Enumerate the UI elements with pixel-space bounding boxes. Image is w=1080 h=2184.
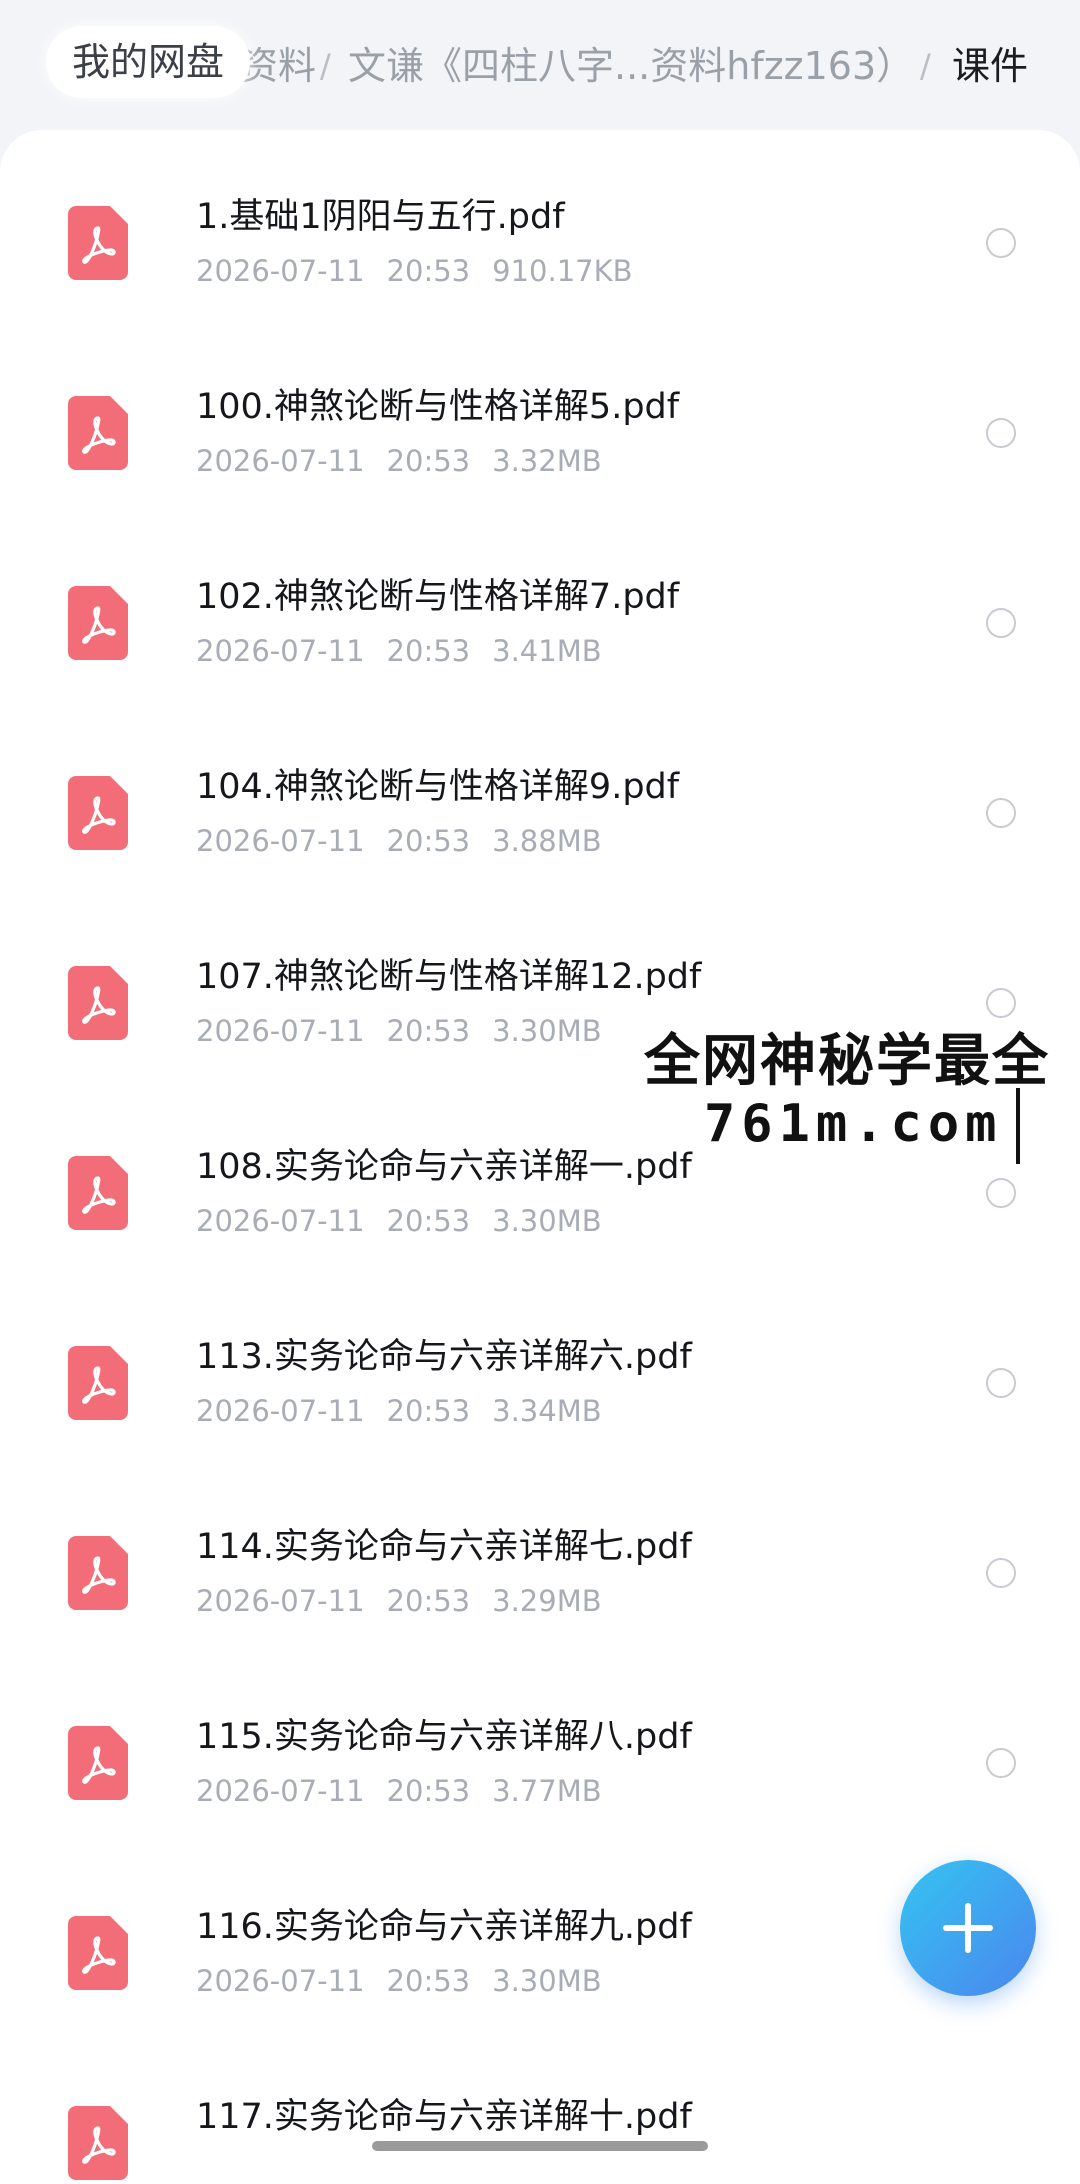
file-size: 3.34MB	[492, 1394, 602, 1428]
file-name: 108.实务论命与六亲详解一.pdf	[196, 1147, 692, 1187]
file-time: 20:53	[386, 254, 471, 288]
file-time: 20:53	[386, 1204, 471, 1238]
file-date: 2026-07-11	[196, 254, 365, 288]
file-row[interactable]: 113.实务论命与六亲详解六.pdf 2026-07-11 20:53 3.34MB	[0, 1290, 1080, 1480]
watermark: 全网神秘学最全 761m.com	[636, 1008, 1076, 1168]
watermark-line1: 全网神秘学最全	[644, 1029, 1050, 1094]
file-row[interactable]: 104.神煞论断与性格详解9.pdf 2026-07-11 20:53 3.88MB	[0, 720, 1080, 910]
add-button[interactable]	[900, 1860, 1036, 1996]
select-radio[interactable]	[986, 798, 1016, 828]
watermark-line2: 761m.com	[704, 1094, 1003, 1154]
breadcrumb-item-current: 课件	[952, 44, 1029, 88]
file-date: 2026-07-11	[196, 1584, 365, 1618]
file-time: 20:53	[386, 1394, 471, 1428]
file-size: 3.30MB	[492, 1014, 602, 1048]
pdf-file-icon	[68, 1156, 128, 1230]
file-meta: 2026-07-11 20:53 3.41MB	[196, 634, 624, 668]
pdf-file-icon	[68, 966, 128, 1040]
file-meta: 2026-07-11 20:53 3.34MB	[196, 1394, 624, 1428]
file-date: 2026-07-11	[196, 444, 365, 478]
pdf-file-icon	[68, 1726, 128, 1800]
file-meta: 2026-07-11 20:53 3.29MB	[196, 1584, 624, 1618]
file-name: 113.实务论命与六亲详解六.pdf	[196, 1337, 692, 1377]
file-date: 2026-07-11	[196, 1394, 365, 1428]
file-name: 102.神煞论断与性格详解7.pdf	[196, 577, 680, 617]
header-bar: 资料 / 文谦《四柱八字...资料hfzz163） / 课件 我的网盘	[0, 0, 1080, 130]
select-radio[interactable]	[986, 1558, 1016, 1588]
file-size: 3.32MB	[492, 444, 602, 478]
file-meta: 2026-07-11 20:53 3.30MB	[196, 1014, 624, 1048]
file-date: 2026-07-11	[196, 1964, 365, 1998]
file-name: 100.神煞论断与性格详解5.pdf	[196, 387, 680, 427]
select-radio[interactable]	[986, 1748, 1016, 1778]
file-size: 3.77MB	[492, 1774, 602, 1808]
watermark-bar	[1016, 1088, 1020, 1164]
pdf-file-icon	[68, 586, 128, 660]
home-indicator[interactable]	[372, 2141, 708, 2151]
file-name: 117.实务论命与六亲详解十.pdf	[196, 2097, 692, 2137]
file-row[interactable]: 102.神煞论断与性格详解7.pdf 2026-07-11 20:53 3.41MB	[0, 530, 1080, 720]
file-meta: 2026-07-11 20:53 3.32MB	[196, 444, 624, 478]
file-time: 20:53	[386, 1584, 471, 1618]
file-size: 3.30MB	[492, 1964, 602, 1998]
file-meta: 2026-07-11 20:53 3.88MB	[196, 824, 624, 858]
file-date: 2026-07-11	[196, 1774, 365, 1808]
select-radio[interactable]	[986, 608, 1016, 638]
pdf-file-icon	[68, 776, 128, 850]
file-size: 3.29MB	[492, 1584, 602, 1618]
file-meta: 2026-07-11 20:53 3.77MB	[196, 1774, 624, 1808]
breadcrumb-item-parent2[interactable]: 文谦《四柱八字...资料hfzz163）	[348, 36, 914, 96]
file-time: 20:53	[386, 824, 471, 858]
file-name: 1.基础1阴阳与五行.pdf	[196, 197, 565, 237]
file-meta: 2026-07-11 20:53 910.17KB	[196, 254, 655, 288]
file-row[interactable]: 1.基础1阴阳与五行.pdf 2026-07-11 20:53 910.17KB	[0, 150, 1080, 340]
file-row[interactable]: 100.神煞论断与性格详解5.pdf 2026-07-11 20:53 3.32MB	[0, 340, 1080, 530]
pdf-file-icon	[68, 206, 128, 280]
file-date: 2026-07-11	[196, 1204, 365, 1238]
pdf-file-icon	[68, 396, 128, 470]
file-size: 3.30MB	[492, 1204, 602, 1238]
file-size: 3.41MB	[492, 634, 602, 668]
pdf-file-icon	[68, 1346, 128, 1420]
select-radio[interactable]	[986, 418, 1016, 448]
file-meta: 2026-07-11 20:53 3.30MB	[196, 1204, 624, 1238]
file-row[interactable]: 115.实务论命与六亲详解八.pdf 2026-07-11 20:53 3.77MB	[0, 1670, 1080, 1860]
file-name: 116.实务论命与六亲详解九.pdf	[196, 1907, 692, 1947]
file-size: 910.17KB	[492, 254, 633, 288]
file-date: 2026-07-11	[196, 634, 365, 668]
pdf-file-icon	[68, 2106, 128, 2180]
file-row[interactable]: 117.实务论命与六亲详解十.pdf	[0, 2050, 1080, 2184]
file-time: 20:53	[386, 634, 471, 668]
breadcrumb-home[interactable]: 我的网盘	[46, 26, 251, 98]
file-time: 20:53	[386, 1774, 471, 1808]
select-radio[interactable]	[986, 1178, 1016, 1208]
file-time: 20:53	[386, 1014, 471, 1048]
file-name: 107.神煞论断与性格详解12.pdf	[196, 957, 702, 997]
select-radio[interactable]	[986, 228, 1016, 258]
file-size: 3.88MB	[492, 824, 602, 858]
file-date: 2026-07-11	[196, 824, 365, 858]
file-date: 2026-07-11	[196, 1014, 365, 1048]
file-time: 20:53	[386, 444, 471, 478]
breadcrumb-separator: /	[920, 47, 931, 85]
file-name: 104.神煞论断与性格详解9.pdf	[196, 767, 680, 807]
file-name: 115.实务论命与六亲详解八.pdf	[196, 1717, 692, 1757]
file-meta: 2026-07-11 20:53 3.30MB	[196, 1964, 624, 1998]
pdf-file-icon	[68, 1916, 128, 1990]
file-row[interactable]: 114.实务论命与六亲详解七.pdf 2026-07-11 20:53 3.29MB	[0, 1480, 1080, 1670]
file-time: 20:53	[386, 1964, 471, 1998]
file-name: 114.实务论命与六亲详解七.pdf	[196, 1527, 692, 1567]
breadcrumb-item-parent1[interactable]: 资料	[240, 36, 316, 96]
select-radio[interactable]	[986, 1368, 1016, 1398]
pdf-file-icon	[68, 1536, 128, 1610]
breadcrumb-separator: /	[320, 47, 331, 85]
